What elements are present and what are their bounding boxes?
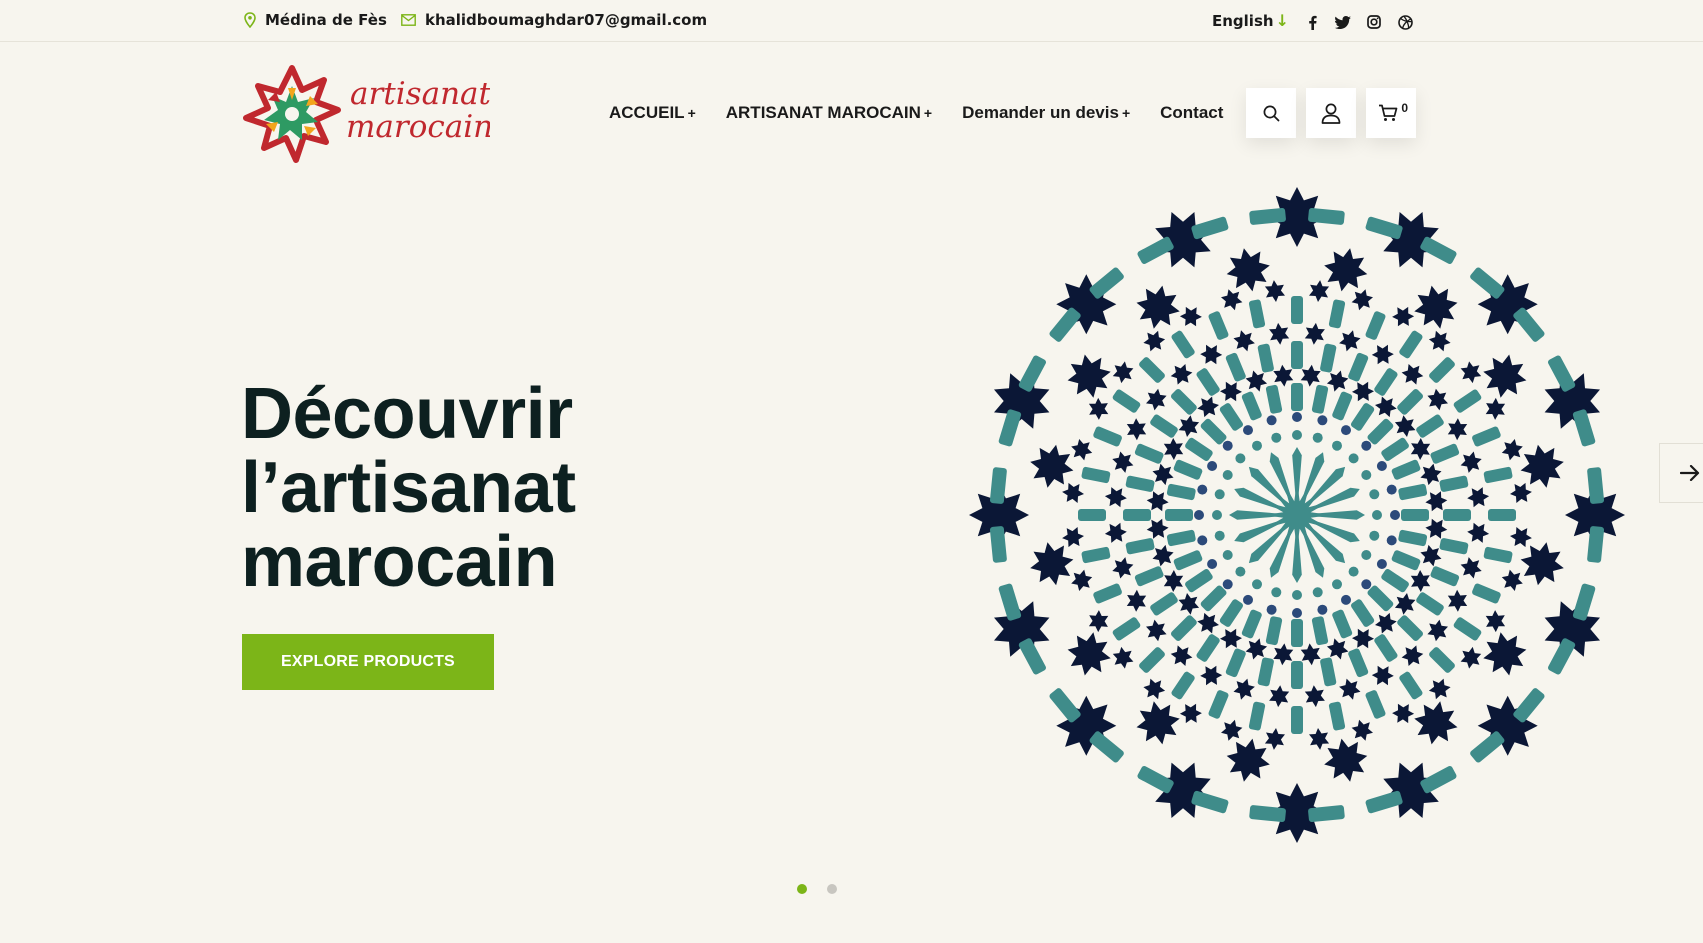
main-nav: ACCUEIL + ARTISANAT MAROCAIN + Demander un… <box>609 103 1253 123</box>
nav-item-label[interactable]: Contact <box>1160 103 1223 123</box>
nav-item-label[interactable]: Demander un devis <box>962 103 1119 123</box>
cart-count-badge: 0 <box>1401 101 1408 115</box>
hero-title: Découvrir l’artisanat marocain <box>241 377 576 599</box>
arrow-right-icon <box>1680 465 1700 481</box>
location-text: Médina de Fès <box>265 11 387 29</box>
zellige-mosaic-image <box>969 187 1625 843</box>
explore-products-button[interactable]: EXPLORE PRODUCTS <box>242 634 494 690</box>
slider-pagination <box>797 884 837 894</box>
slider-dot-1[interactable] <box>797 884 807 894</box>
language-selector[interactable]: English ↓ <box>1212 11 1289 30</box>
hero-title-line: l’artisanat <box>241 448 576 528</box>
logo-mark: artisanat marocain <box>243 65 493 163</box>
slider-next-button[interactable] <box>1659 443 1703 503</box>
site-logo[interactable]: artisanat marocain <box>240 62 493 166</box>
plus-icon: + <box>1121 105 1131 121</box>
plus-icon: + <box>687 105 696 121</box>
email-info[interactable]: khalidboumaghdar07@gmail.com <box>401 11 707 29</box>
hero-title-line: Découvrir <box>241 374 573 454</box>
logo-text-line2: marocain <box>346 109 490 145</box>
shopping-cart-icon <box>1379 104 1398 121</box>
nav-item-accueil[interactable]: ACCUEIL + <box>609 103 696 123</box>
facebook-icon[interactable] <box>1303 13 1321 31</box>
user-icon <box>1321 103 1341 124</box>
search-icon <box>1263 105 1279 121</box>
nav-item-contact[interactable]: Contact <box>1160 103 1223 123</box>
nav-item-label[interactable]: ACCUEIL <box>609 103 685 123</box>
top-bar: Médina de Fès khalidboumaghdar07@gmail.c… <box>0 0 1703 42</box>
map-pin-icon <box>244 12 256 28</box>
twitter-icon[interactable] <box>1334 13 1352 31</box>
mail-icon <box>401 14 416 26</box>
language-label[interactable]: English <box>1212 12 1274 30</box>
logo-text-line1: artisanat <box>350 76 490 112</box>
account-button[interactable] <box>1306 88 1356 138</box>
nav-item-demander-un-devis[interactable]: Demander un devis + <box>962 103 1130 123</box>
header-actions: 0 <box>1246 88 1416 138</box>
email-text[interactable]: khalidboumaghdar07@gmail.com <box>425 11 707 29</box>
plus-icon: + <box>923 105 933 121</box>
arrow-down-icon: ↓ <box>1275 11 1289 30</box>
instagram-icon[interactable] <box>1365 13 1383 31</box>
search-button[interactable] <box>1246 88 1296 138</box>
dribbble-icon[interactable] <box>1396 13 1414 31</box>
hero-title-line: marocain <box>241 522 558 602</box>
social-links <box>1303 13 1414 31</box>
nav-item-label[interactable]: ARTISANAT MAROCAIN <box>726 103 921 123</box>
slider-dot-2[interactable] <box>827 884 837 894</box>
cart-button[interactable]: 0 <box>1366 88 1416 138</box>
nav-item-artisanat-marocain[interactable]: ARTISANAT MAROCAIN + <box>726 103 932 123</box>
location-info: Médina de Fès <box>244 11 387 29</box>
